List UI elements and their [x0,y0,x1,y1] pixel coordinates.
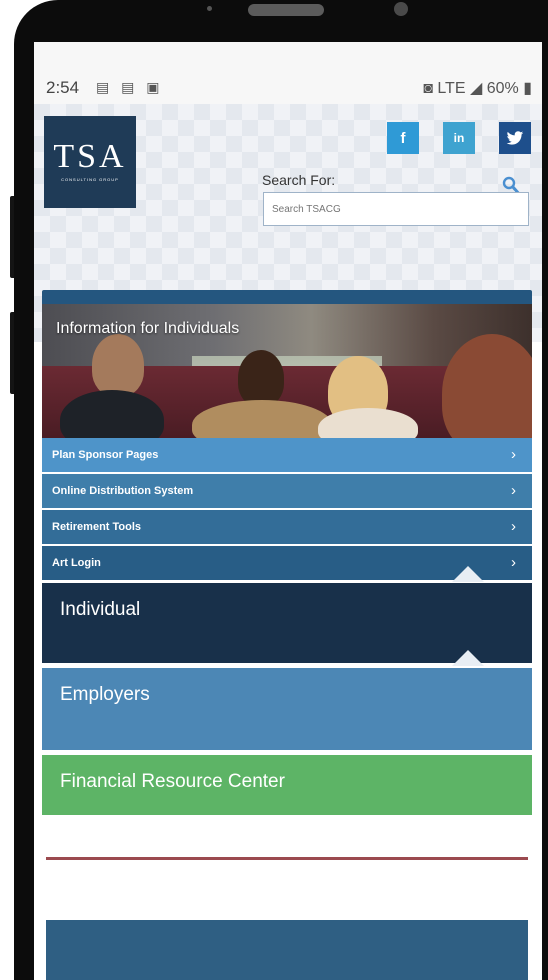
chevron-right-icon: › [511,482,516,499]
phone-screen: 2:54 ▤ ▤ ▣ ◙ LTE ◢ 60% ▮ TSA CONSULTING … [34,42,542,980]
sensor-dot [207,6,212,11]
twitter-bird-icon [506,130,524,145]
notification-icons: ▤ ▤ ▣ [96,79,164,95]
tab-label: Financial Resource Center [60,771,285,792]
section-divider [46,857,528,860]
tab-financial-resource-center[interactable]: Financial Resource Center [42,755,532,815]
status-bar: 2:54 ▤ ▤ ▣ ◙ LTE ◢ 60% ▮ [34,42,542,104]
front-camera [394,2,408,16]
status-time: 2:54 [46,78,80,97]
tab-pointer-icon [452,566,484,582]
status-right-cluster: ◙ LTE ◢ 60% ▮ [423,78,532,98]
tab-pointer-icon [452,650,484,666]
link-label: Art Login [52,557,101,569]
chevron-right-icon: › [511,446,516,463]
linkedin-icon[interactable]: in [443,122,475,154]
link-label: Plan Sponsor Pages [52,449,159,461]
link-label: Online Distribution System [52,485,194,497]
logo-text: TSA [53,138,127,175]
earpiece [248,4,324,16]
chevron-right-icon: › [511,554,516,571]
link-plan-sponsor-pages[interactable]: Plan Sponsor Pages › [42,438,532,472]
person-2-image [238,350,284,406]
hero-banner: Information for Individuals [42,304,532,438]
chevron-right-icon: › [511,518,516,535]
tab-employers[interactable]: Employers [42,668,532,750]
logo-subtext: CONSULTING GROUP [61,177,119,182]
twitter-icon[interactable] [499,122,531,154]
link-label: Retirement Tools [52,521,142,533]
tab-label: Individual [60,599,141,620]
hero-title: Information for Individuals [56,320,240,337]
signal-icons: ◙ LTE ◢ [423,80,483,97]
tab-label: Employers [60,684,150,705]
search-input[interactable] [263,192,529,226]
footer-panel [46,920,528,980]
person-1-image [92,334,144,396]
tsa-logo[interactable]: TSA CONSULTING GROUP [44,116,136,208]
battery-percent: 60% [486,80,519,97]
battery-icon: ▮ [523,80,532,97]
search-label: Search For: [262,172,336,188]
link-retirement-tools[interactable]: Retirement Tools › [42,510,532,544]
link-online-distribution-system[interactable]: Online Distribution System › [42,474,532,508]
facebook-icon[interactable]: f [387,122,419,154]
